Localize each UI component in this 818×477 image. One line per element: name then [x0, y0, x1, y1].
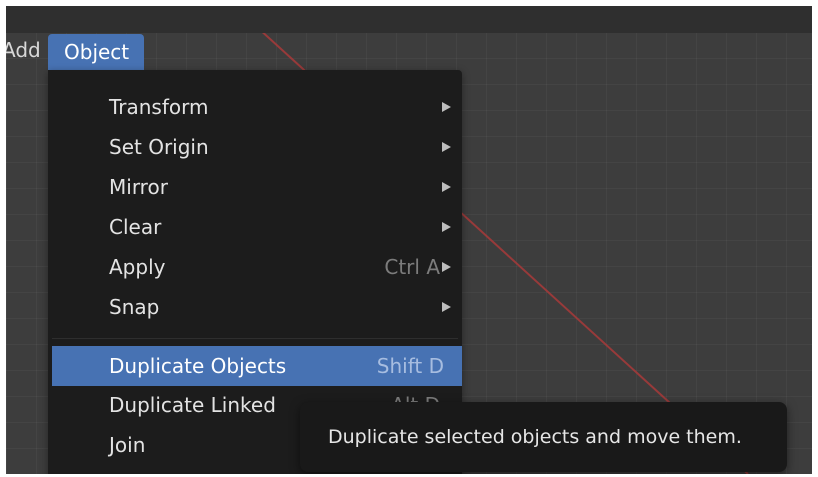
object-menu[interactable]: Object	[48, 34, 144, 70]
shortcut-label: Shift D	[376, 354, 444, 378]
menu-item-label: Transform	[109, 95, 209, 119]
menu-item-label: Apply	[109, 255, 166, 279]
tooltip: Duplicate selected objects and move them…	[300, 402, 787, 472]
shortcut-label: Ctrl A	[384, 255, 440, 279]
submenu-arrow-icon	[442, 167, 452, 207]
header-bar	[6, 6, 812, 33]
menu-item-label: Set Origin	[109, 135, 209, 159]
menu-item-duplicate-objects[interactable]: Duplicate Objects Shift D	[52, 346, 462, 386]
menu-item-label: Clear	[109, 215, 162, 239]
menu-item-label: Mirror	[109, 175, 168, 199]
menu-item-clear[interactable]: Clear	[48, 207, 462, 247]
menu-item-label: Snap	[109, 295, 160, 319]
add-menu[interactable]: Add	[6, 36, 47, 64]
menu-item-label: Duplicate Linked	[109, 393, 276, 417]
menu-item-mirror[interactable]: Mirror	[48, 167, 462, 207]
menu-item-label: Join	[109, 433, 146, 457]
menu-separator	[52, 338, 458, 339]
menu-item-label: Duplicate Objects	[109, 354, 287, 378]
submenu-arrow-icon	[442, 207, 452, 247]
menu-item-set-origin[interactable]: Set Origin	[48, 127, 462, 167]
submenu-arrow-icon	[442, 87, 452, 127]
submenu-arrow-icon	[442, 247, 452, 287]
menu-item-apply[interactable]: Apply Ctrl A	[48, 247, 462, 287]
menu-item-snap[interactable]: Snap	[48, 287, 462, 327]
3d-viewport[interactable]: Add Object Transform Set Origin Mirror C…	[6, 6, 812, 474]
menu-item-transform[interactable]: Transform	[48, 87, 462, 127]
submenu-arrow-icon	[442, 127, 452, 167]
submenu-arrow-icon	[442, 287, 452, 327]
